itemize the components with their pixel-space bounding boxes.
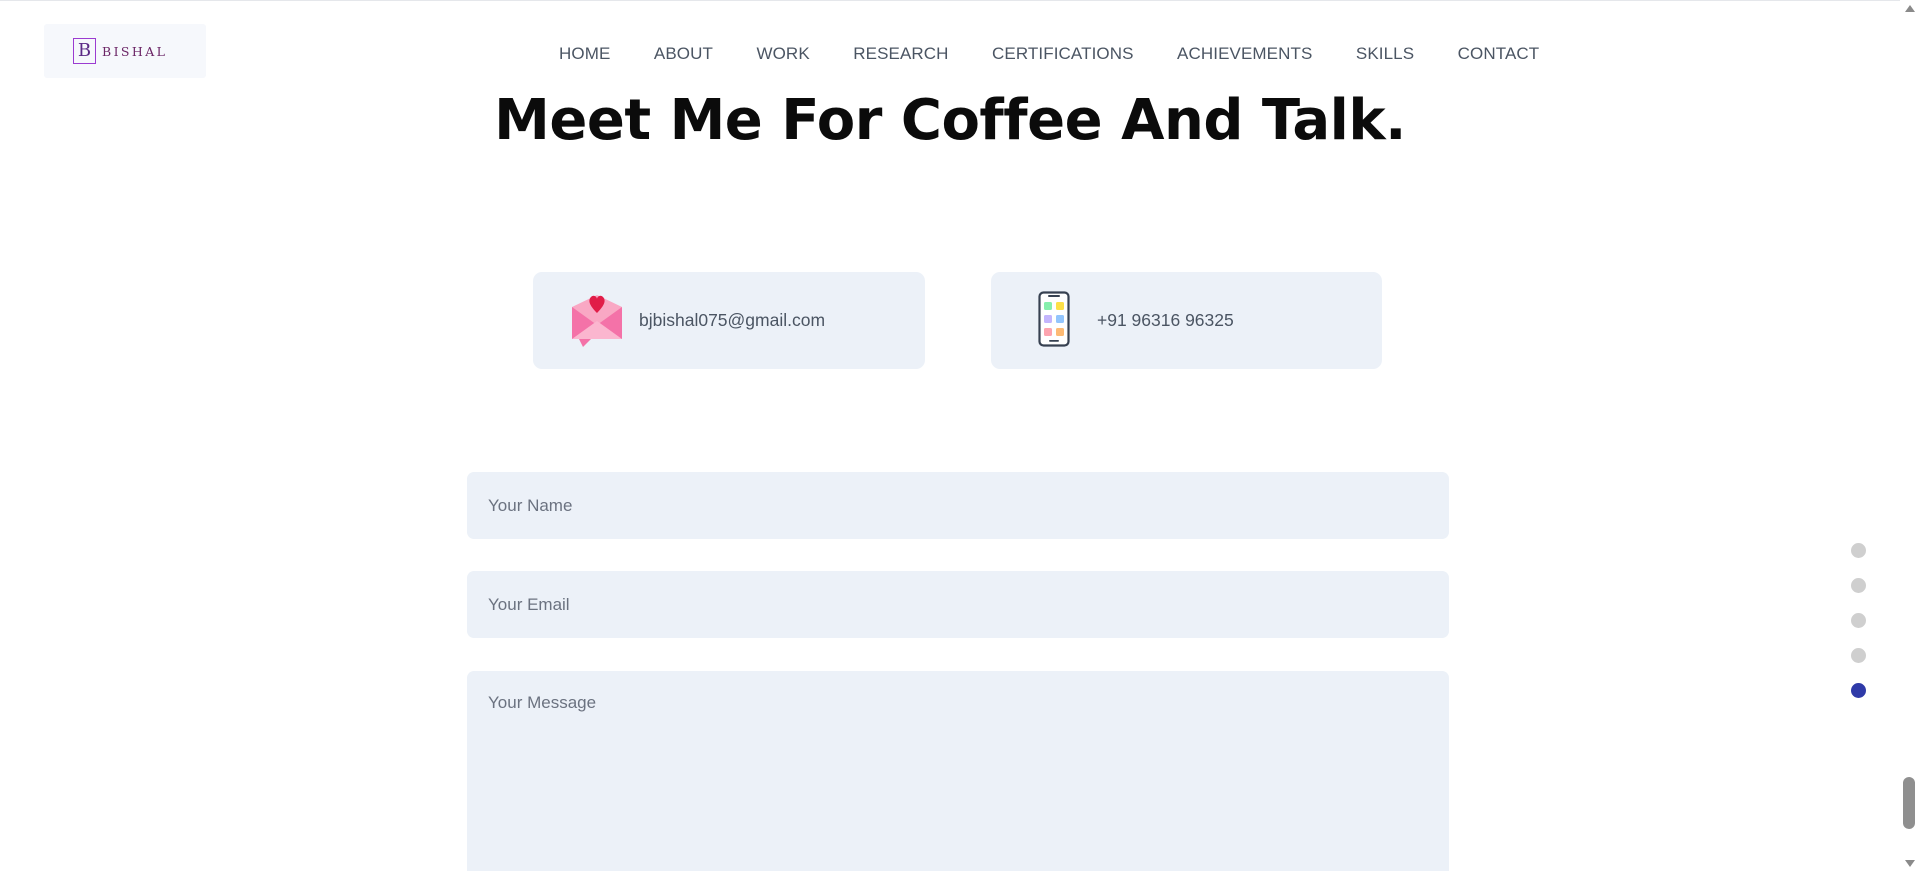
nav-work[interactable]: WORK: [756, 44, 809, 64]
section-dot-4[interactable]: [1851, 648, 1866, 663]
contact-heading: Meet Me For Coffee And Talk.: [494, 88, 1406, 153]
email-text[interactable]: bjbishal075@gmail.com: [639, 310, 825, 331]
scrollbar-thumb[interactable]: [1903, 777, 1915, 829]
phone-text[interactable]: +91 96316 96325: [1097, 310, 1234, 331]
nav-skills[interactable]: SKILLS: [1356, 44, 1414, 64]
site-logo[interactable]: B BISHAL: [44, 24, 206, 78]
section-dot-3[interactable]: [1851, 613, 1866, 628]
email-card[interactable]: bjbishal075@gmail.com: [533, 272, 925, 369]
top-border: [0, 0, 1900, 1]
nav-contact[interactable]: CONTACT: [1458, 44, 1540, 64]
love-letter-icon: [569, 291, 625, 351]
email-input[interactable]: [467, 571, 1449, 638]
vertical-scrollbar[interactable]: [1900, 0, 1919, 871]
nav-certifications[interactable]: CERTIFICATIONS: [992, 44, 1134, 64]
message-input[interactable]: [467, 671, 1449, 871]
section-dot-1[interactable]: [1851, 543, 1866, 558]
section-dot-5-active[interactable]: [1851, 683, 1866, 698]
section-dots: [1851, 543, 1866, 718]
scroll-up-arrow-icon[interactable]: [1905, 5, 1915, 12]
main-nav: HOME ABOUT WORK RESEARCH CERTIFICATIONS …: [559, 44, 1539, 64]
logo-initial: B: [73, 38, 96, 64]
nav-about[interactable]: ABOUT: [654, 44, 713, 64]
logo-name: BISHAL: [102, 43, 168, 59]
smartphone-icon: [1038, 290, 1070, 351]
phone-card[interactable]: +91 96316 96325: [991, 272, 1382, 369]
scroll-down-arrow-icon[interactable]: [1905, 860, 1915, 867]
nav-research[interactable]: RESEARCH: [853, 44, 948, 64]
nav-achievements[interactable]: ACHIEVEMENTS: [1177, 44, 1312, 64]
nav-home[interactable]: HOME: [559, 44, 610, 64]
section-dot-2[interactable]: [1851, 578, 1866, 593]
name-input[interactable]: [467, 472, 1449, 539]
